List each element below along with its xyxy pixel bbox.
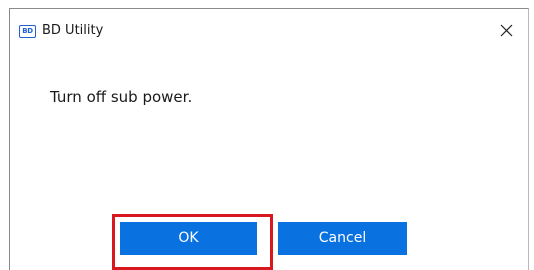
title-bar: BD BD Utility [10,9,528,55]
dialog-message: Turn off sub power. [50,88,193,106]
ok-button[interactable]: OK [120,222,257,255]
app-icon: BD [19,25,36,38]
cancel-button[interactable]: Cancel [278,222,407,255]
close-button[interactable] [490,15,524,47]
close-icon [500,24,513,37]
window-title: BD Utility [42,23,104,38]
dialog-window: BD BD Utility Turn off sub power. [9,8,529,270]
